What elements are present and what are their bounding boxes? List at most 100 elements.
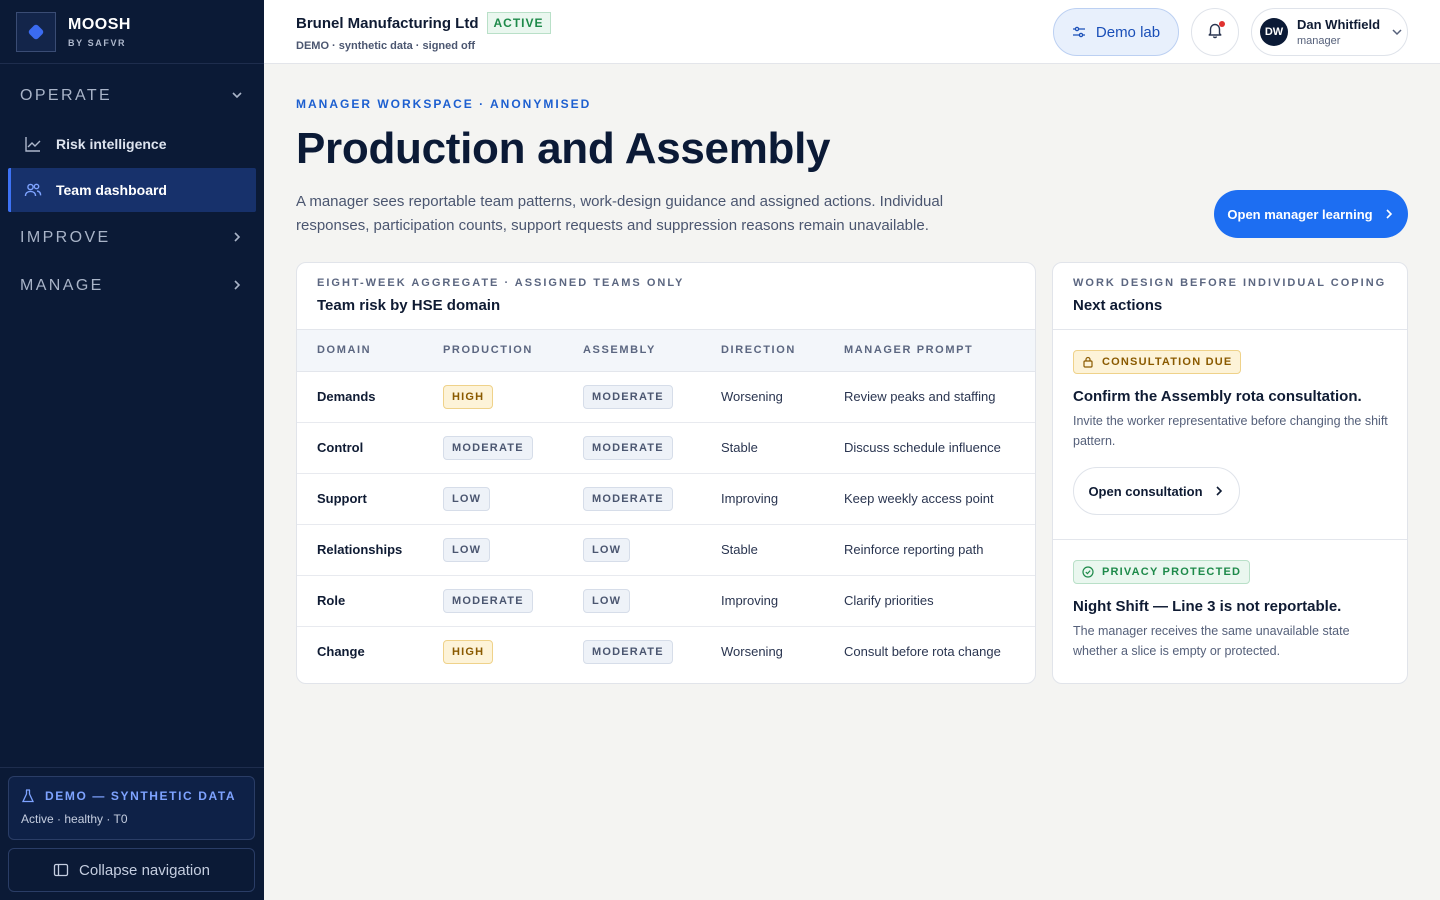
risk-level-badge: MODERATE [443, 588, 533, 613]
collapse-navigation-button[interactable]: Collapse navigation [8, 848, 255, 892]
demo-lab-button[interactable]: Demo lab [1053, 8, 1179, 56]
manager-prompt-cell: Consult before rota change [844, 644, 1001, 660]
domain-cell: Support [297, 473, 423, 525]
sidebar-item-label: Team dashboard [56, 182, 167, 198]
domain-cell: Role [297, 575, 423, 627]
privacy-protected-badge: PRIVACY PROTECTED [1073, 560, 1251, 584]
production-cell: MODERATE [423, 422, 563, 474]
sidebar-item-team-dashboard[interactable]: Team dashboard [8, 168, 256, 212]
manager-prompt-cell: Reinforce reporting path [824, 524, 1035, 576]
demo-status-card[interactable]: DEMO — SYNTHETIC DATA Active · healthy ·… [8, 776, 255, 840]
org-name: Brunel Manufacturing Ltd [296, 14, 479, 32]
risk-level-badge: MODERATE [583, 384, 673, 409]
sidebar-item-label: Risk intelligence [56, 136, 167, 152]
domain-cell: Relationships [297, 524, 423, 576]
chevron-down-icon [230, 88, 244, 105]
risk-level-badge: LOW [443, 486, 491, 511]
column-header: DOMAIN [297, 330, 423, 372]
assembly-cell: MODERATE [563, 371, 701, 423]
assembly-cell: MODERATE [563, 422, 701, 474]
chip-label: PRIVACY PROTECTED [1102, 566, 1242, 578]
manager-prompt-cell: Discuss schedule influence [824, 422, 1035, 474]
action-description: The manager receives the same unavailabl… [1073, 624, 1350, 658]
chevron-right-icon [230, 230, 244, 247]
risk-level-badge: MODERATE [443, 435, 533, 460]
domain-cell: Demands [297, 371, 423, 423]
direction-cell: Worsening [701, 371, 824, 423]
risk-table: DOMAIN PRODUCTION ASSEMBLY DIRECTION MAN… [297, 330, 1035, 677]
chip-label: CONSULTATION DUE [1102, 356, 1233, 368]
sidebar-item-risk-intelligence[interactable]: Risk intelligence [8, 122, 256, 166]
consultation-due-badge: CONSULTATION DUE [1073, 350, 1242, 374]
assembly-cell: LOW [563, 575, 701, 627]
user-name: Dan Whitfield [1297, 17, 1381, 32]
direction-cell: Stable [701, 422, 824, 474]
risk-level-badge: MODERATE [583, 639, 673, 664]
nav-section-improve[interactable]: IMPROVE [0, 214, 264, 262]
direction-cell: Stable [701, 524, 824, 576]
chevron-right-icon [1213, 485, 1225, 497]
chart-line-icon [24, 135, 42, 153]
demo-lab-label: Demo lab [1095, 23, 1161, 41]
direction-cell: Worsening [721, 644, 783, 660]
sliders-icon [1072, 25, 1086, 39]
action-title: Night Shift — Line 3 is not reportable. [1073, 598, 1342, 615]
column-header: ASSEMBLY [563, 330, 701, 372]
production-cell: LOW [423, 473, 563, 525]
action-description: Invite the worker representative before … [1073, 414, 1388, 448]
open-consultation-button[interactable]: Open consultation [1073, 467, 1240, 515]
domain-cell: Change [317, 644, 365, 660]
brand[interactable]: MOOSH BY SAFVR [0, 0, 264, 64]
risk-level-badge: MODERATE [583, 435, 673, 460]
flask-icon [21, 789, 35, 803]
table-header-row: DOMAIN PRODUCTION ASSEMBLY DIRECTION MAN… [297, 330, 1035, 372]
table-row[interactable]: Support LOW MODERATE Improving Keep weekly a… [297, 473, 1035, 525]
nav-section-operate[interactable]: OPERATE [0, 72, 264, 120]
divider [0, 767, 264, 768]
table-row[interactable]: Control MODERATE MODERATE Stable Discuss sch… [297, 422, 1035, 474]
team-risk-card: EIGHT-WEEK AGGREGATE · ASSIGNED TEAMS ON… [296, 262, 1036, 684]
button-label: Open consultation [1088, 483, 1203, 499]
org-meta: DEMO · synthetic data · signed off [296, 40, 476, 52]
assembly-cell: LOW [563, 524, 701, 576]
column-header: DIRECTION [701, 330, 824, 372]
brand-sub: BY SAFVR [68, 37, 127, 48]
users-icon [24, 181, 42, 199]
collapse-label: Collapse navigation [79, 861, 210, 879]
risk-level-badge: HIGH [443, 384, 494, 409]
notification-dot [1219, 21, 1225, 27]
assembly-cell: MODERATE [563, 626, 701, 677]
topbar: Brunel Manufacturing Ltd ACTIVE DEMO · s… [264, 0, 1440, 64]
chevron-right-icon [1383, 208, 1395, 220]
chevron-down-icon [1390, 25, 1404, 39]
column-header: PRODUCTION [423, 330, 563, 372]
table-row[interactable]: Role MODERATE LOW Improving Clarify prioriti… [297, 575, 1035, 627]
avatar: DW [1260, 18, 1288, 46]
table-row[interactable]: Relationships LOW LOW Stable Reinforce repor… [297, 524, 1035, 576]
page-description: A manager sees reportable team patterns,… [296, 193, 944, 234]
page-eyebrow: MANAGER WORKSPACE · ANONYMISED [296, 97, 592, 111]
user-menu[interactable]: DW Dan Whitfield manager [1251, 8, 1408, 56]
card-title: Team risk by HSE domain [317, 297, 501, 314]
table-row[interactable]: Change HIGH MODERATE Worsening Consult befor… [297, 626, 1035, 677]
open-manager-learning-button[interactable]: Open manager learning [1214, 190, 1408, 238]
card-eyebrow: EIGHT-WEEK AGGREGATE · ASSIGNED TEAMS ON… [317, 277, 685, 289]
production-cell: HIGH [423, 371, 563, 423]
production-cell: HIGH [423, 626, 563, 677]
risk-level-badge: LOW [583, 588, 631, 613]
notifications-button[interactable] [1191, 8, 1239, 56]
risk-level-badge: MODERATE [583, 486, 673, 511]
next-actions-card: WORK DESIGN BEFORE INDIVIDUAL COPING Nex… [1052, 262, 1408, 684]
nav-section-manage[interactable]: MANAGE [0, 262, 264, 310]
nav-section-label: MANAGE [20, 277, 104, 294]
direction-cell: Improving [701, 575, 824, 627]
check-circle-icon [1082, 566, 1094, 578]
logo-icon [16, 11, 56, 52]
status-badge: ACTIVE [486, 12, 551, 34]
sidebar: MOOSH BY SAFVR OPERATE Risk intelligence… [0, 0, 264, 900]
sidebar-panel-icon [53, 862, 69, 878]
learn-button-label: Open manager learning [1227, 206, 1373, 222]
table-row[interactable]: Demands HIGH MODERATE Worsening Review peaks… [297, 371, 1035, 423]
demo-sub: Active · healthy · T0 [21, 812, 128, 826]
action-title: Confirm the Assembly rota consultation. [1073, 388, 1362, 405]
